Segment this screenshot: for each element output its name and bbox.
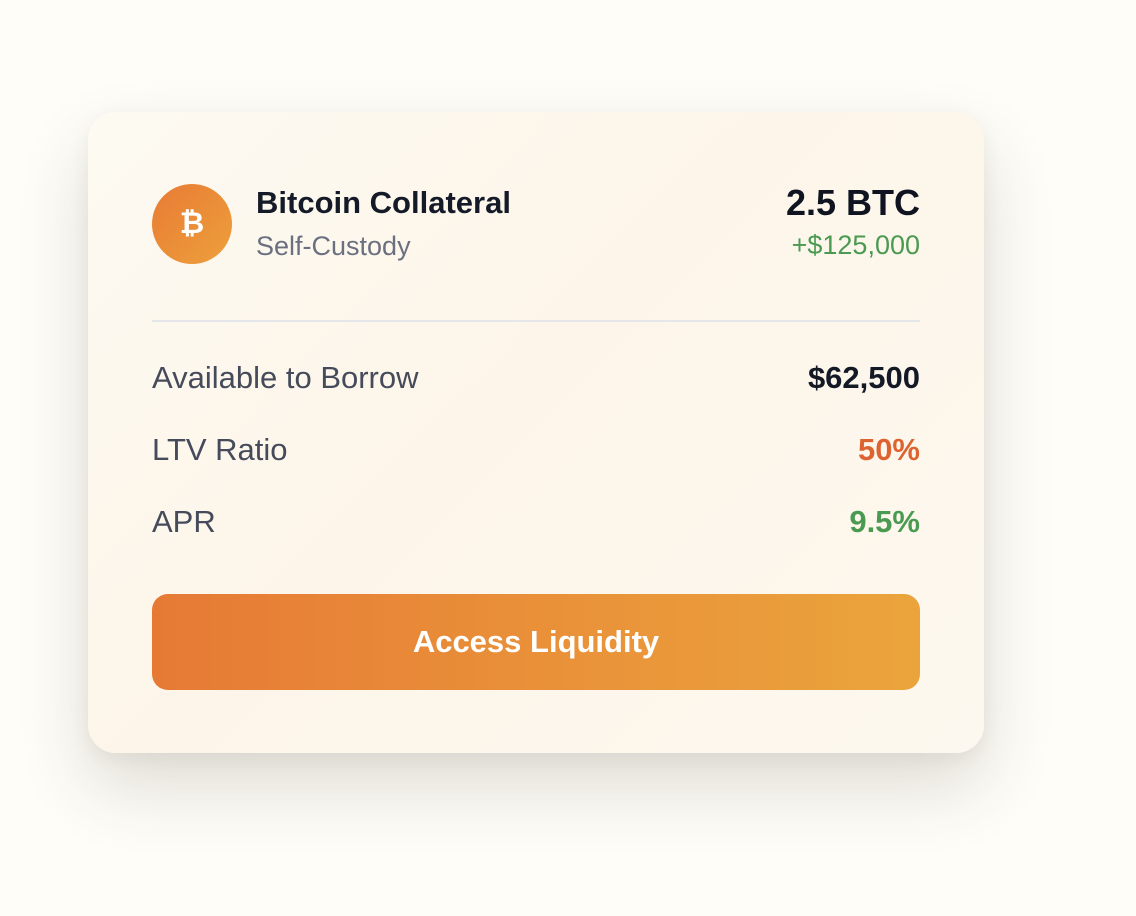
available-label: Available to Borrow xyxy=(152,360,419,395)
stat-row-ltv: LTV Ratio 50% xyxy=(152,430,920,470)
bitcoin-icon-glyph: ₿ xyxy=(179,207,205,240)
divider xyxy=(152,320,920,322)
btc-amount: 2.5 BTC xyxy=(785,182,920,223)
asset-info: ₿ Bitcoin Collateral Self-Custody xyxy=(152,184,511,264)
loan-stats: Available to Borrow $62,500 LTV Ratio 50… xyxy=(152,358,920,542)
access-liquidity-button[interactable]: Access Liquidity xyxy=(152,594,920,690)
collateral-header: ₿ Bitcoin Collateral Self-Custody 2.5 BT… xyxy=(152,181,920,272)
apr-value: 9.5% xyxy=(849,504,920,539)
access-liquidity-label: Access Liquidity xyxy=(412,624,660,659)
ltv-label: LTV Ratio xyxy=(152,432,288,467)
asset-amounts: 2.5 BTC +$125,000 xyxy=(786,181,920,262)
bitcoin-icon: ₿ xyxy=(152,184,232,264)
collateral-card: ₿ Bitcoin Collateral Self-Custody 2.5 BT… xyxy=(88,112,984,753)
asset-name: Bitcoin Collateral xyxy=(256,184,511,220)
apr-label: APR xyxy=(152,504,216,539)
usd-value: +$125,000 xyxy=(791,230,920,260)
asset-text: Bitcoin Collateral Self-Custody xyxy=(256,184,511,263)
stat-row-available: Available to Borrow $62,500 xyxy=(152,358,920,398)
stat-row-apr: APR 9.5% xyxy=(152,502,920,542)
custody-type: Self-Custody xyxy=(256,230,411,261)
available-value: $62,500 xyxy=(807,360,920,395)
ltv-value: 50% xyxy=(857,432,920,467)
